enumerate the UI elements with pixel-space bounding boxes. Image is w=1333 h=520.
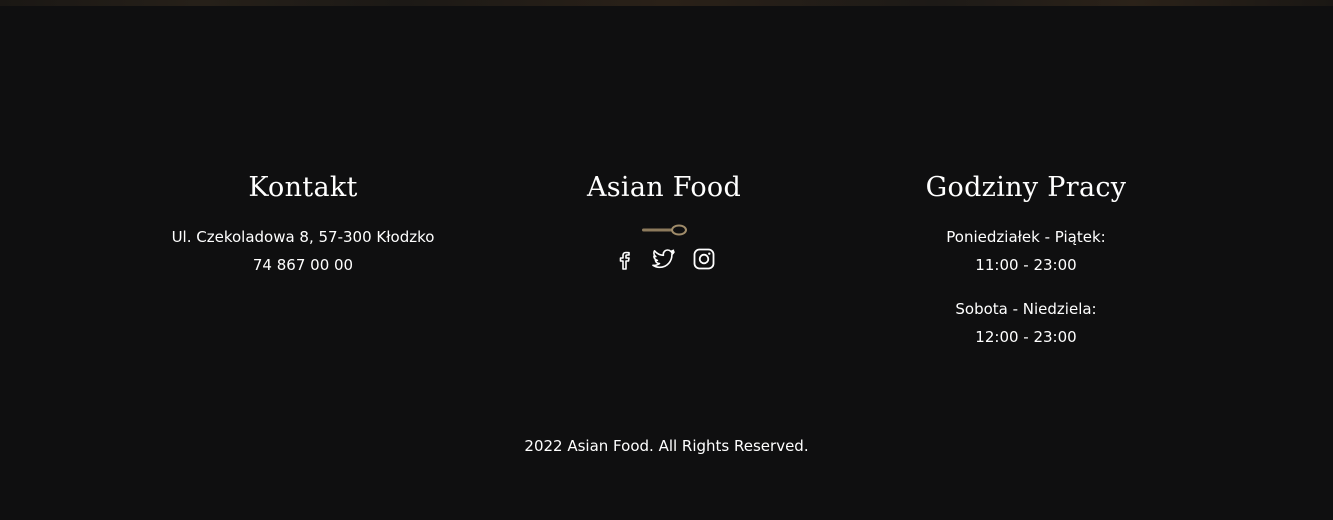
copyright-text: 2022 Asian Food. All Rights Reserved. <box>524 437 809 455</box>
instagram-icon <box>693 248 715 270</box>
twitter-icon <box>652 249 675 269</box>
instagram-link[interactable] <box>692 247 716 271</box>
twitter-link[interactable] <box>652 247 676 271</box>
brand-heading: Asian Food <box>586 172 742 203</box>
weekday-hours: 11:00 - 23:00 <box>975 256 1077 274</box>
facebook-icon <box>619 251 630 270</box>
contact-heading: Kontakt <box>248 172 358 203</box>
contact-section: Kontakt Ul. Czekoladowa 8, 57-300 Kłodzk… <box>123 168 483 279</box>
hours-heading: Godziny Pracy <box>925 172 1127 203</box>
weekday-label: Poniedziałek - Piątek: <box>946 228 1106 246</box>
weekend-hours: 12:00 - 23:00 <box>975 328 1077 346</box>
facebook-link[interactable] <box>612 247 636 271</box>
contact-address: Ul. Czekoladowa 8, 57-300 Kłodzko <box>171 228 435 246</box>
opening-hours-section: Godziny Pracy Poniedziałek - Piątek: 11:… <box>846 168 1206 351</box>
social-links <box>484 247 844 271</box>
contact-phone[interactable]: 74 867 00 00 <box>123 251 483 279</box>
weekend-label: Sobota - Niedziela: <box>955 300 1097 318</box>
hero-image-edge <box>0 0 1333 6</box>
brand-section: Asian Food <box>484 168 844 271</box>
spoon-icon <box>642 224 687 236</box>
